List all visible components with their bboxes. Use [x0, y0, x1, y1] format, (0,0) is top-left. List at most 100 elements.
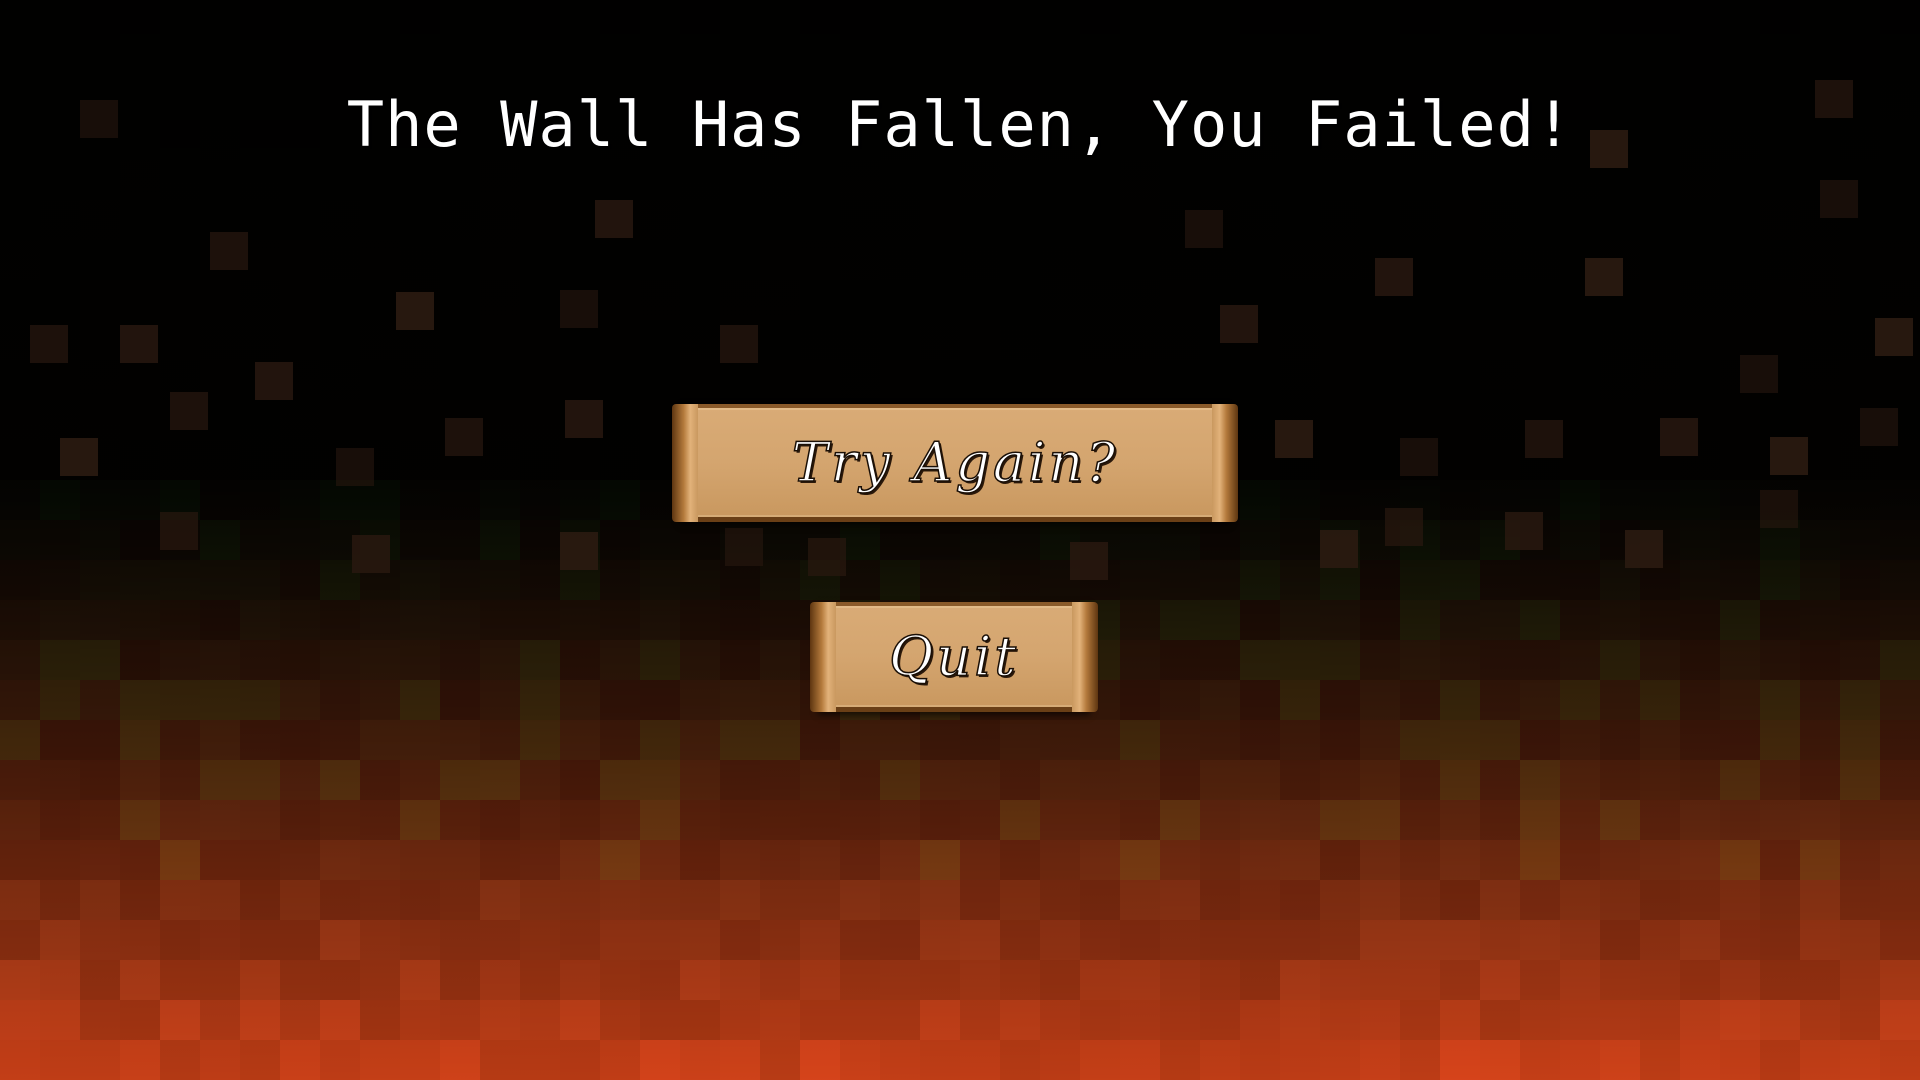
fire-pixel — [1360, 160, 1400, 200]
fire-pixel — [760, 1000, 800, 1040]
fire-pixel — [840, 1040, 880, 1080]
fire-pixel — [200, 1000, 240, 1040]
fire-pixel — [160, 200, 200, 240]
fire-pixel — [200, 40, 240, 80]
fire-pixel — [520, 200, 560, 240]
fire-pixel — [1640, 440, 1680, 480]
fire-pixel — [40, 0, 80, 40]
fire-pixel — [400, 720, 440, 760]
fire-pixel — [0, 760, 40, 800]
fire-pixel — [1680, 40, 1720, 80]
fire-pixel — [480, 1040, 520, 1080]
fire-pixel — [0, 400, 40, 440]
fire-pixel — [1520, 480, 1560, 520]
fire-pixel — [80, 1000, 120, 1040]
fire-pixel — [0, 320, 40, 360]
fire-pixel — [1120, 520, 1160, 560]
fire-pixel — [1000, 160, 1040, 200]
fire-pixel — [0, 160, 40, 200]
fire-pixel — [800, 240, 840, 280]
fire-pixel — [1360, 760, 1400, 800]
fire-pixel — [1480, 200, 1520, 240]
fire-pixel — [1520, 800, 1560, 840]
fire-pixel — [480, 560, 520, 600]
fire-pixel — [640, 360, 680, 400]
fire-pixel — [1240, 680, 1280, 720]
fire-pixel — [1680, 720, 1720, 760]
fire-pixel — [1120, 1040, 1160, 1080]
fire-pixel — [1160, 360, 1200, 400]
fire-pixel — [1120, 560, 1160, 600]
fire-pixel — [40, 320, 80, 360]
fire-pixel — [1840, 920, 1880, 960]
fire-pixel — [520, 840, 560, 880]
fire-pixel — [240, 960, 280, 1000]
fire-pixel — [440, 360, 480, 400]
fire-pixel — [1760, 40, 1800, 80]
fire-pixel — [1320, 760, 1360, 800]
fire-pixel — [1200, 600, 1240, 640]
fire-pixel — [80, 720, 120, 760]
fire-pixel — [1160, 280, 1200, 320]
fire-pixel — [120, 880, 160, 920]
fire-pixel — [1360, 600, 1400, 640]
fire-pixel — [280, 400, 320, 440]
fire-pixel — [360, 960, 400, 1000]
try-again-button[interactable]: Try Again? — [672, 404, 1238, 522]
fire-pixel — [1000, 200, 1040, 240]
fire-pixel — [1880, 320, 1920, 360]
fire-pixel — [1760, 880, 1800, 920]
fire-pixel — [480, 320, 520, 360]
fire-pixel — [1720, 160, 1760, 200]
fire-pixel — [1640, 200, 1680, 240]
fire-pixel — [1480, 600, 1520, 640]
fire-pixel — [1400, 240, 1440, 280]
fire-pixel — [520, 1040, 560, 1080]
fire-pixel — [720, 0, 760, 40]
fire-pixel — [1320, 40, 1360, 80]
fire-pixel — [1640, 520, 1680, 560]
fire-pixel — [160, 920, 200, 960]
fire-pixel — [1400, 920, 1440, 960]
fire-pixel — [720, 40, 760, 80]
fire-pixel — [1040, 240, 1080, 280]
fire-pixel — [1080, 0, 1120, 40]
fire-pixel — [160, 760, 200, 800]
fire-pixel — [1880, 800, 1920, 840]
fire-pixel — [360, 720, 400, 760]
fire-pixel — [720, 1000, 760, 1040]
fire-pixel — [680, 800, 720, 840]
fire-pixel — [1120, 360, 1160, 400]
fire-pixel — [1840, 480, 1880, 520]
fire-pixel — [1520, 720, 1560, 760]
fire-pixel — [1560, 240, 1600, 280]
fire-pixel — [1160, 1040, 1200, 1080]
fire-pixel — [1120, 600, 1160, 640]
quit-button[interactable]: Quit — [810, 602, 1098, 712]
fire-pixel — [1480, 1000, 1520, 1040]
fire-pixel — [600, 440, 640, 480]
fire-pixel — [1200, 840, 1240, 880]
fire-pixel — [1680, 1000, 1720, 1040]
fire-pixel — [1320, 600, 1360, 640]
fire-pixel — [520, 600, 560, 640]
fire-pixel — [80, 280, 120, 320]
fire-pixel — [1280, 680, 1320, 720]
fire-pixel — [1240, 40, 1280, 80]
fire-pixel — [0, 200, 40, 240]
fire-pixel — [720, 800, 760, 840]
fire-pixel — [200, 160, 240, 200]
fire-pixel — [1640, 280, 1680, 320]
fire-pixel — [360, 880, 400, 920]
fire-pixel — [280, 1000, 320, 1040]
fire-pixel — [400, 400, 440, 440]
fire-pixel — [240, 240, 280, 280]
fire-pixel — [1000, 360, 1040, 400]
fire-pixel — [1880, 1040, 1920, 1080]
fire-pixel — [1160, 160, 1200, 200]
pixel-fire-background — [0, 0, 1920, 1080]
fire-pixel — [1400, 720, 1440, 760]
fire-pixel — [160, 440, 200, 480]
fire-pixel — [1040, 1000, 1080, 1040]
fire-pixel — [720, 960, 760, 1000]
